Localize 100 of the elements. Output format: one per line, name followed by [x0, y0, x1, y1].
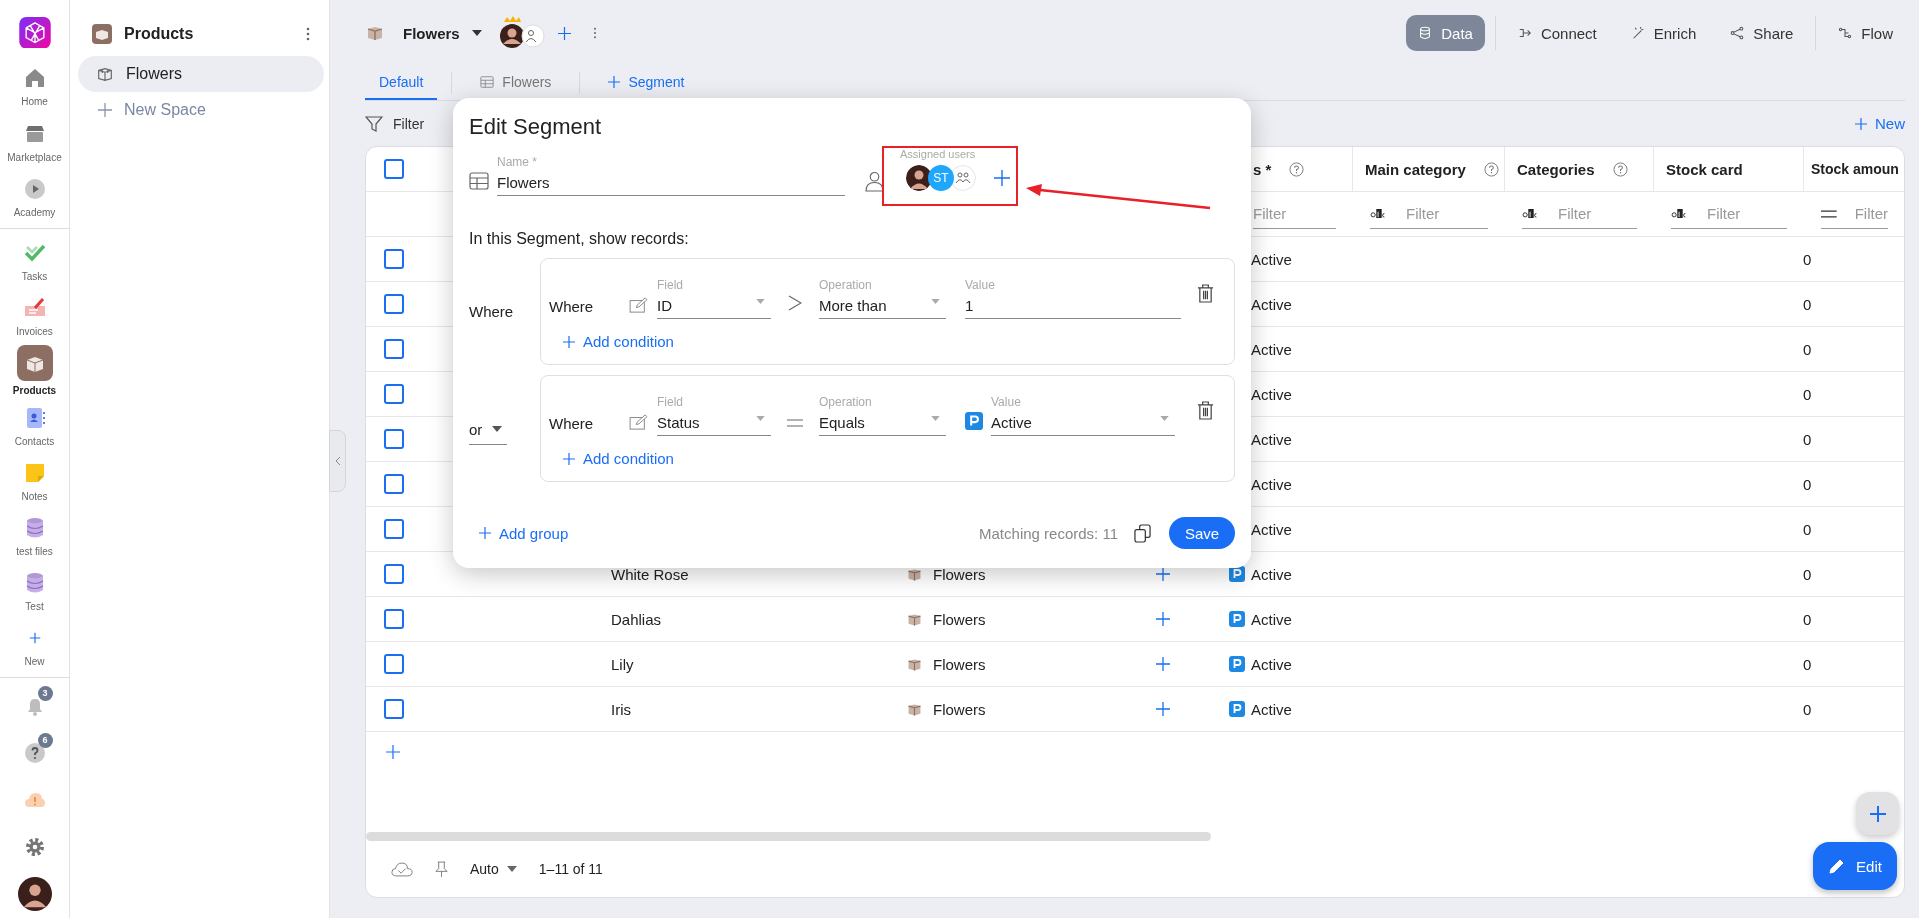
rail-item[interactable]: Invoices [0, 287, 70, 343]
help-icon[interactable] [1289, 161, 1305, 177]
density-dropdown[interactable]: Auto [470, 861, 517, 877]
where-label: Where [549, 415, 595, 434]
table-cell: 0 [1803, 520, 1812, 538]
table-cell: 0 [1803, 565, 1812, 583]
space-item[interactable]: Flowers [78, 56, 324, 92]
help-button[interactable]: 6 [0, 729, 70, 777]
count-badge: 3 [37, 686, 53, 702]
add-group-button[interactable]: Add group [479, 524, 569, 542]
members-drawing[interactable] [497, 16, 546, 50]
rail-item[interactable]: Notes [0, 452, 70, 508]
caret-icon[interactable] [471, 30, 482, 36]
operation-dropdown[interactable]: Operation More than [819, 278, 946, 319]
checkbox[interactable] [384, 159, 404, 179]
toolbar-button[interactable]: Share [1718, 15, 1806, 51]
checkbox[interactable] [384, 699, 404, 719]
plus-icon [1869, 805, 1886, 822]
collapse-handle[interactable] [329, 430, 346, 492]
plus-icon [1855, 117, 1867, 130]
new-space-link[interactable]: New Space [78, 92, 206, 128]
plus-icon[interactable] [1156, 702, 1170, 716]
column-header[interactable]: Categories [1517, 160, 1595, 178]
rail-item[interactable]: test files [0, 507, 70, 563]
status-cell: Active [1251, 475, 1292, 493]
pin-icon[interactable] [435, 860, 448, 878]
intro-text: In this Segment, show records: [469, 230, 690, 248]
more-icon[interactable] [306, 27, 310, 41]
column-header[interactable]: Stock card [1666, 160, 1743, 178]
toolbar-button[interactable]: Data [1406, 15, 1485, 51]
checkbox[interactable] [384, 609, 404, 629]
play-icon [22, 176, 47, 201]
plus-icon[interactable] [1156, 657, 1170, 671]
value-field[interactable]: Value 1 [965, 278, 1181, 319]
edit-button[interactable]: Edit [1813, 842, 1897, 890]
tab[interactable]: Default [365, 66, 438, 100]
rail-item[interactable]: Contacts [0, 397, 70, 453]
status-icon [965, 412, 983, 430]
help-icon[interactable] [1612, 161, 1628, 177]
checkbox[interactable] [384, 429, 404, 449]
new-button[interactable]: New [1855, 115, 1905, 132]
save-button[interactable]: Save [1169, 517, 1235, 549]
add-row-icon[interactable] [386, 745, 400, 759]
rail-item[interactable]: Marketplace [0, 113, 70, 169]
scrollbar[interactable] [366, 832, 1211, 841]
checkbox[interactable] [384, 294, 404, 314]
status-cell: Active [1251, 700, 1292, 718]
table-cell: 0 [1803, 250, 1812, 268]
table-icon [469, 172, 489, 190]
plus-icon [608, 76, 621, 88]
checkbox[interactable] [384, 339, 404, 359]
name-field[interactable]: Name * Flowers [497, 155, 845, 196]
greater-than-icon [788, 295, 802, 311]
operation-dropdown[interactable]: Operation Equals [819, 395, 946, 436]
checkbox[interactable] [384, 474, 404, 494]
field-dropdown[interactable]: Field ID [657, 278, 771, 319]
field-dropdown[interactable]: Field Status [657, 395, 771, 436]
connector-dropdown[interactable]: or [469, 418, 507, 445]
notifications-button[interactable]: 3 [0, 682, 70, 730]
toolbar-button[interactable]: Flow [1826, 15, 1905, 51]
column-header[interactable]: s * [1253, 160, 1272, 178]
tab[interactable]: Flowers [466, 66, 566, 100]
rail-item[interactable]: Products [0, 342, 70, 398]
add-segment-tab[interactable]: Segment [594, 66, 699, 100]
rail-item[interactable]: Tasks [0, 232, 70, 288]
add-button[interactable] [1856, 792, 1899, 835]
column-header[interactable]: Stock amoun [1811, 161, 1899, 177]
add-condition-button[interactable]: Add condition [563, 450, 1214, 467]
delete-icon[interactable] [1197, 401, 1214, 420]
status-cell: Active [1251, 385, 1292, 403]
plus-icon[interactable] [1156, 612, 1170, 626]
status-cell: Active [1251, 295, 1292, 313]
filter-button[interactable]: Filter [365, 115, 425, 132]
box-icon [96, 65, 114, 83]
avatar[interactable] [906, 165, 932, 191]
checkbox[interactable] [384, 249, 404, 269]
dialog-title: Edit Segment [469, 114, 603, 140]
table-cell: 0 [1803, 655, 1812, 673]
more-icon[interactable] [592, 27, 597, 39]
plus-icon[interactable] [1156, 567, 1170, 581]
checkbox[interactable] [384, 564, 404, 584]
rail-item[interactable]: Academy [0, 168, 70, 224]
app-logo-icon[interactable] [18, 17, 51, 49]
checkbox[interactable] [384, 384, 404, 404]
group-avatar[interactable] [950, 165, 976, 191]
add-condition-button[interactable]: Add condition [563, 333, 1214, 350]
help-icon[interactable] [1483, 161, 1499, 177]
checkbox[interactable] [384, 654, 404, 674]
toolbar-button[interactable]: Enrich [1618, 15, 1709, 51]
value-dropdown[interactable]: Value Active [991, 395, 1175, 436]
checkbox[interactable] [384, 519, 404, 539]
rail-item[interactable]: New [0, 618, 70, 674]
add-user-icon[interactable] [994, 170, 1010, 186]
delete-icon[interactable] [1197, 284, 1214, 303]
copy-icon[interactable] [1134, 523, 1151, 543]
rail-item[interactable]: Home [0, 58, 70, 114]
plus-icon[interactable] [557, 26, 571, 40]
column-header[interactable]: Main category [1365, 160, 1466, 178]
toolbar-button[interactable]: Connect [1505, 15, 1609, 51]
rail-item[interactable]: Test [0, 563, 70, 619]
